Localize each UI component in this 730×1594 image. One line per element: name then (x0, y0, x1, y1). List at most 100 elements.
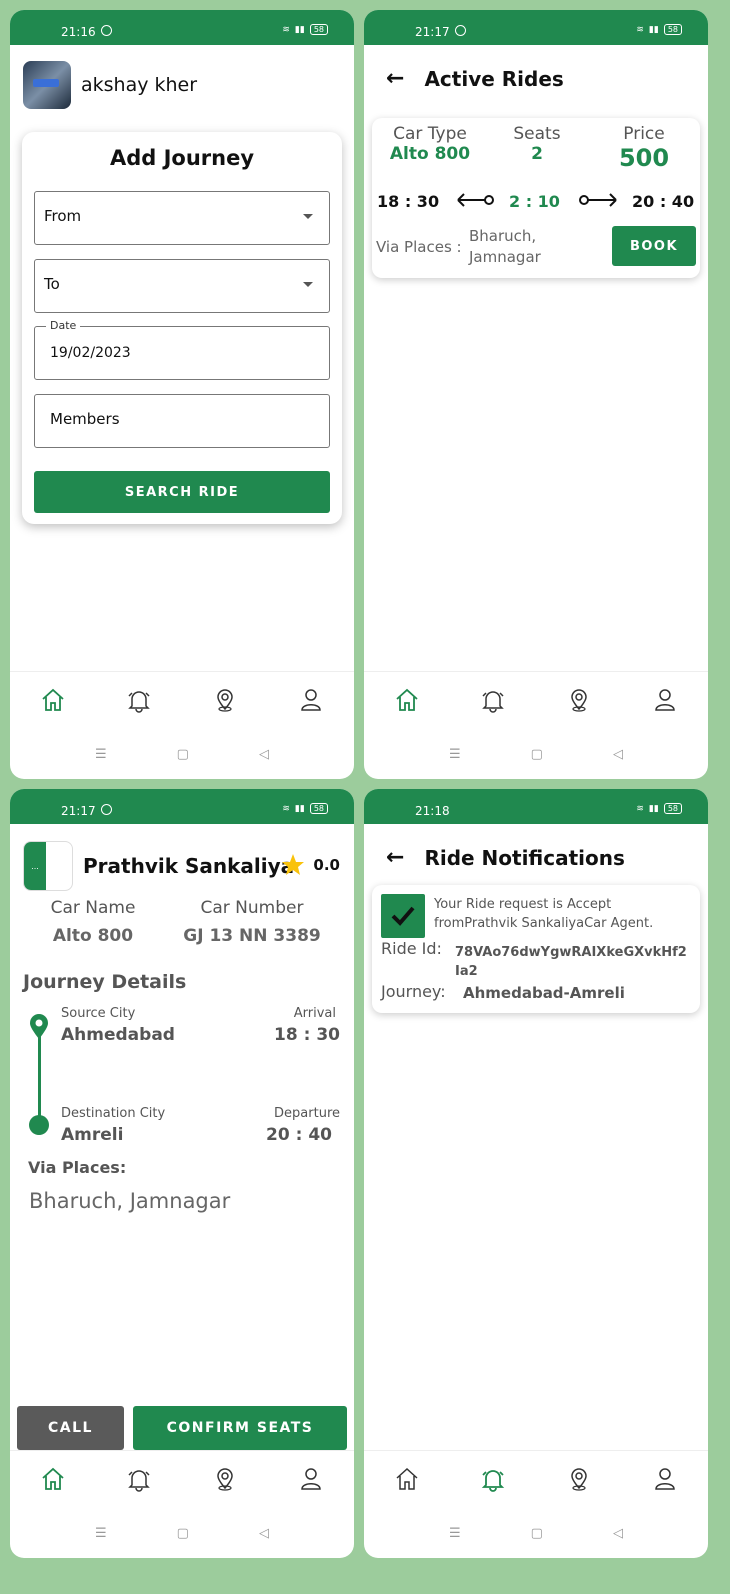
page-title: Active Rides (424, 66, 564, 91)
location-icon[interactable] (211, 686, 239, 714)
ride-id-value: 78VAo76dwYgwRAIXkeGXvkHf2Ia2 (455, 945, 687, 979)
ride-card[interactable]: Car Type Alto 800 Seats 2 Price 500 18 :… (372, 118, 700, 278)
departure-value: 20 : 40 (266, 1125, 332, 1145)
location-icon[interactable] (565, 1465, 593, 1493)
source-label: Source City (61, 1006, 136, 1021)
price-col: Price 500 (604, 124, 684, 172)
members-field[interactable]: Members (34, 394, 330, 448)
status-icons: ≋ ▮▮ 58 (636, 803, 682, 814)
bell-icon[interactable] (125, 686, 153, 714)
bell-icon[interactable] (479, 686, 507, 714)
journey-value: Ahmedabad-Amreli (463, 984, 625, 1002)
bell-icon[interactable] (479, 1465, 507, 1493)
departure-time: 18 : 30 (377, 192, 440, 211)
recents-icon[interactable]: ☰ (95, 1526, 107, 1541)
profile-icon[interactable] (651, 1465, 679, 1493)
map-pin-icon (30, 1014, 48, 1039)
back-arrow-icon[interactable]: ← (386, 845, 404, 870)
user-header: akshay kher (23, 61, 197, 109)
avatar[interactable] (23, 61, 71, 109)
user-name: akshay kher (81, 74, 198, 96)
duration: 2 : 10 (509, 192, 560, 211)
driver-logo: ... (23, 841, 73, 891)
destination-dot-icon (29, 1115, 49, 1135)
price-value: 500 (618, 144, 670, 172)
ride-id-label: Ride Id: (381, 939, 442, 958)
status-time: 21:17 (415, 25, 450, 39)
notification-message: Your Ride request is Accept fromPrathvik… (434, 897, 654, 931)
back-system-icon[interactable]: ◁ (259, 747, 269, 762)
status-time: 21:17 (61, 804, 96, 818)
home-system-icon[interactable]: ▢ (177, 1526, 189, 1541)
status-bar: 21:17 ≋ ▮▮ 58 (364, 10, 708, 45)
book-button[interactable]: BOOK (612, 226, 696, 266)
bottom-nav (364, 1450, 708, 1507)
bottom-nav (10, 671, 354, 728)
arrival-time: 20 : 40 (632, 192, 695, 211)
to-dropdown[interactable]: To (34, 259, 330, 313)
location-icon[interactable] (211, 1465, 239, 1493)
ride-details-screen: 21:17 ≋ ▮▮ 58 ... Prathvik Sankaliya 0.0… (10, 789, 354, 1558)
battery-icon: 58 (663, 24, 682, 35)
route-line (38, 1031, 41, 1127)
car-number-label: Car Number (200, 898, 304, 918)
wifi-icon: ≋ (282, 803, 290, 814)
via-places-value: Bharuch, Jamnagar (469, 227, 541, 266)
driver-name: Prathvik Sankaliya (83, 854, 295, 878)
home-icon[interactable] (39, 686, 67, 714)
page-header: ← Ride Notifications (386, 845, 625, 870)
driver-header: ... Prathvik Sankaliya (23, 841, 294, 891)
location-icon[interactable] (565, 686, 593, 714)
page-header: ← Active Rides (386, 66, 564, 91)
whatsapp-icon (101, 25, 112, 36)
destination-value: Amreli (61, 1125, 124, 1145)
from-dropdown[interactable]: From (34, 191, 330, 245)
car-number-value: GJ 13 NN 3389 (183, 926, 321, 946)
logo-text: ... (24, 842, 46, 890)
car-name-value: Alto 800 (52, 926, 134, 946)
status-bar: 21:18 ≋ ▮▮ 58 (364, 789, 708, 824)
profile-icon[interactable] (297, 1465, 325, 1493)
system-nav-bar: ☰ ▢ ◁ (364, 1508, 708, 1558)
date-field[interactable]: Date 19/02/2023 (34, 319, 330, 380)
page-title: Ride Notifications (424, 845, 625, 870)
wifi-icon: ≋ (636, 803, 644, 814)
battery-icon: 58 (663, 803, 682, 814)
search-ride-button[interactable]: SEARCH RIDE (34, 471, 330, 513)
to-placeholder: To (44, 275, 60, 293)
departure-label: Departure (274, 1106, 340, 1121)
back-system-icon[interactable]: ◁ (613, 1526, 623, 1541)
home-system-icon[interactable]: ▢ (531, 1526, 543, 1541)
from-placeholder: From (44, 207, 82, 225)
back-system-icon[interactable]: ◁ (259, 1526, 269, 1541)
bottom-nav (10, 1450, 354, 1507)
system-nav-bar: ☰ ▢ ◁ (10, 1508, 354, 1558)
home-system-icon[interactable]: ▢ (177, 747, 189, 762)
profile-icon[interactable] (651, 686, 679, 714)
home-system-icon[interactable]: ▢ (531, 747, 543, 762)
bell-icon[interactable] (125, 1465, 153, 1493)
back-arrow-icon[interactable]: ← (386, 66, 404, 91)
home-icon[interactable] (39, 1465, 67, 1493)
recents-icon[interactable]: ☰ (449, 1526, 461, 1541)
profile-icon[interactable] (297, 686, 325, 714)
back-system-icon[interactable]: ◁ (613, 747, 623, 762)
status-icons: ≋ ▮▮ 58 (636, 24, 682, 35)
notification-card[interactable]: Your Ride request is Accept fromPrathvik… (372, 885, 700, 1013)
notifications-screen: 21:18 ≋ ▮▮ 58 ← Ride Notifications Your … (364, 789, 708, 1558)
whatsapp-icon (101, 804, 112, 815)
journey-details-title: Journey Details (23, 971, 187, 993)
status-bar: 21:17 ≋ ▮▮ 58 (10, 789, 354, 824)
home-icon[interactable] (393, 1465, 421, 1493)
system-nav-bar: ☰ ▢ ◁ (364, 729, 708, 779)
call-button[interactable]: CALL (17, 1406, 124, 1450)
home-icon[interactable] (393, 686, 421, 714)
recents-icon[interactable]: ☰ (449, 747, 461, 762)
confirm-seats-button[interactable]: CONFIRM SEATS (133, 1406, 347, 1450)
signal-icon: ▮▮ (294, 24, 305, 35)
arrival-label: Arrival (293, 1006, 336, 1021)
recents-icon[interactable]: ☰ (95, 747, 107, 762)
car-number-block: Car Number GJ 13 NN 3389 (182, 898, 322, 946)
car-name-block: Car Name Alto 800 (38, 898, 148, 946)
journey-label: Journey: (381, 982, 446, 1001)
